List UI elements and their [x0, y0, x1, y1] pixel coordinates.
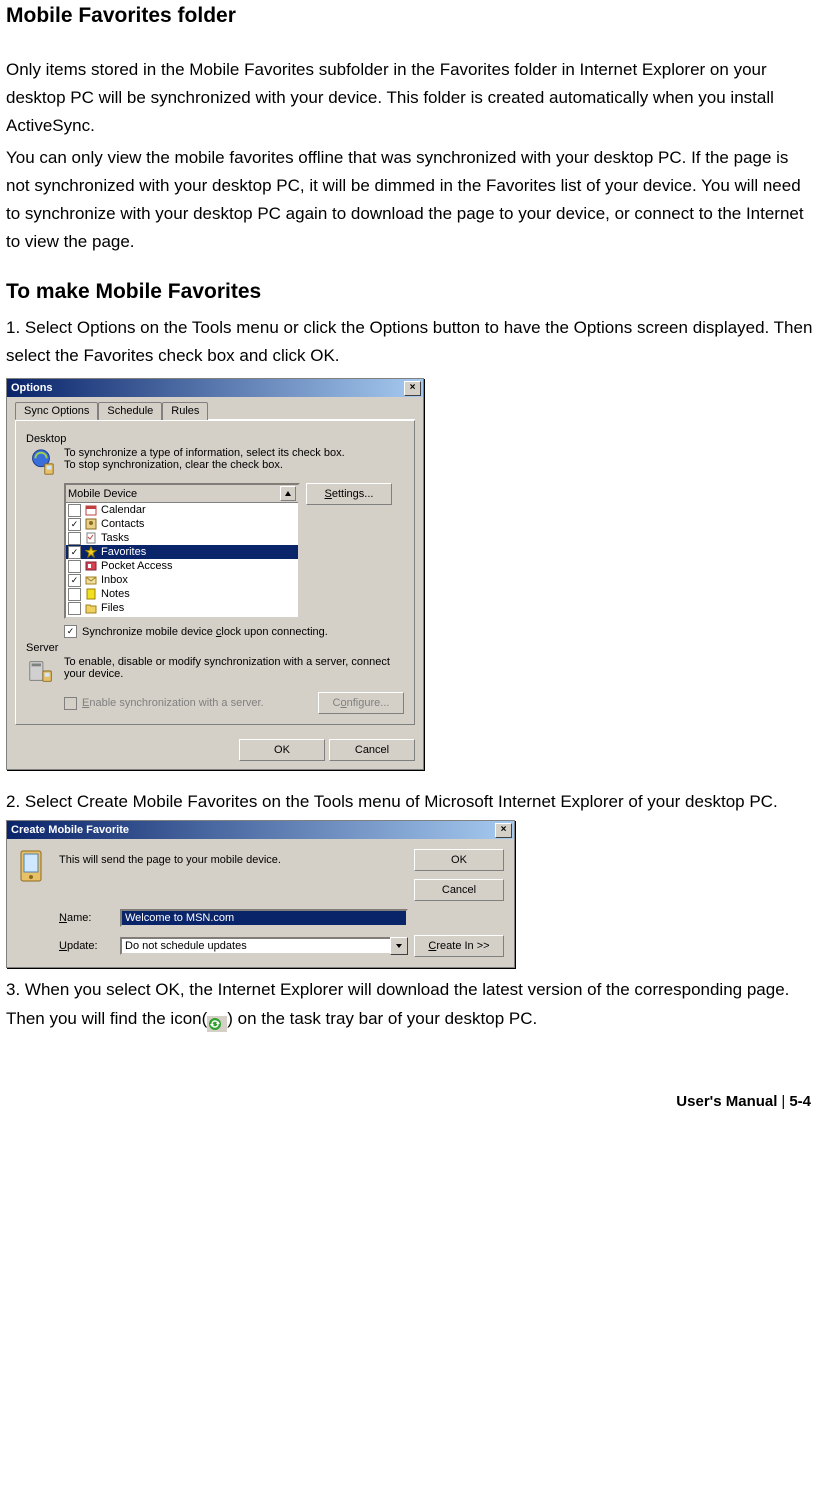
list-label-notes: Notes: [101, 588, 130, 600]
list-label-contacts: Contacts: [101, 518, 144, 530]
server-help-text: To enable, disable or modify synchroniza…: [64, 656, 404, 680]
favorites-icon: [84, 546, 98, 558]
page-title: Mobile Favorites folder: [6, 4, 813, 28]
desktop-label: Desktop: [26, 433, 404, 445]
options-dialog: Options × Sync Options Schedule Rules De…: [6, 378, 424, 770]
list-label-inbox: Inbox: [101, 574, 128, 586]
server-label: Server: [26, 642, 404, 654]
list-label-files: Files: [101, 602, 124, 614]
sync-listbox[interactable]: Mobile Device Calendar: [64, 483, 300, 619]
update-field-label: Update:: [59, 940, 114, 952]
notes-icon: [84, 588, 98, 600]
inbox-icon: [84, 574, 98, 586]
name-field-label: Name:: [59, 912, 114, 924]
checkbox-inbox[interactable]: ✓: [68, 574, 81, 587]
list-item-tasks[interactable]: Tasks: [66, 531, 298, 545]
step-2-text: 2. Select Create Mobile Favorites on the…: [6, 788, 813, 816]
create-favorite-dialog: Create Mobile Favorite × This will send …: [6, 820, 515, 968]
footer-page-number: 5-4: [789, 1093, 811, 1110]
create-fav-ok-button[interactable]: OK: [414, 849, 504, 871]
create-fav-titlebar: Create Mobile Favorite ×: [7, 821, 514, 839]
list-label-tasks: Tasks: [101, 532, 129, 544]
checkbox-notes[interactable]: [68, 588, 81, 601]
list-item-calendar[interactable]: Calendar: [66, 503, 298, 517]
step-3-text-b: ) on the task tray bar of your desktop P…: [227, 1009, 537, 1028]
list-item-files[interactable]: Files: [66, 601, 298, 615]
checkbox-favorites[interactable]: ✓: [68, 546, 81, 559]
ok-button[interactable]: OK: [239, 739, 325, 761]
close-icon[interactable]: ×: [495, 823, 512, 838]
options-titlebar: Options ×: [7, 379, 423, 397]
checkbox-calendar[interactable]: [68, 504, 81, 517]
desktop-sync-icon: [26, 447, 56, 477]
enable-server-label: Enable synchronization with a server.: [82, 697, 264, 709]
configure-button: Configure...: [318, 692, 404, 714]
contacts-icon: [84, 518, 98, 530]
section-heading: To make Mobile Favorites: [6, 280, 813, 304]
cancel-button[interactable]: Cancel: [329, 739, 415, 761]
pocket-access-icon: [84, 560, 98, 572]
create-fav-cancel-button[interactable]: Cancel: [414, 879, 504, 901]
checkbox-tasks[interactable]: [68, 532, 81, 545]
create-fav-message: This will send the page to your mobile d…: [59, 854, 408, 866]
desktop-help-line2: To stop synchronization, clear the check…: [64, 459, 345, 471]
checkbox-pocket-access[interactable]: [68, 560, 81, 573]
checkbox-files[interactable]: [68, 602, 81, 615]
list-item-contacts[interactable]: ✓ Contacts: [66, 517, 298, 531]
options-title: Options: [11, 382, 53, 394]
list-label-pocket-access: Pocket Access: [101, 560, 173, 572]
list-item-favorites[interactable]: ✓ Favorites: [66, 545, 298, 559]
tray-sync-icon: [207, 1013, 227, 1029]
checkbox-sync-clock[interactable]: ✓: [64, 625, 77, 638]
intro-paragraph-2: You can only view the mobile favorites o…: [6, 144, 813, 256]
page-footer: User's Manual|5-4: [6, 1093, 813, 1110]
desktop-help-line1: To synchronize a type of information, se…: [64, 447, 345, 459]
tab-schedule[interactable]: Schedule: [98, 402, 162, 420]
tab-sync-options[interactable]: Sync Options: [15, 402, 98, 420]
update-value[interactable]: [120, 937, 390, 955]
scroll-up-icon[interactable]: [280, 486, 296, 501]
sync-clock-label: Synchronize mobile device clock upon con…: [82, 626, 328, 638]
list-label-favorites: Favorites: [101, 546, 146, 558]
settings-button[interactable]: Settings...: [306, 483, 392, 505]
calendar-icon: [84, 504, 98, 516]
tasks-icon: [84, 532, 98, 544]
list-item-pocket-access[interactable]: Pocket Access: [66, 559, 298, 573]
chevron-down-icon[interactable]: [390, 937, 408, 955]
mobile-device-icon: [17, 849, 47, 885]
checkbox-contacts[interactable]: ✓: [68, 518, 81, 531]
intro-paragraph-1: Only items stored in the Mobile Favorite…: [6, 56, 813, 140]
create-fav-title: Create Mobile Favorite: [11, 824, 129, 836]
list-item-notes[interactable]: Notes: [66, 587, 298, 601]
footer-manual: User's Manual: [676, 1093, 777, 1110]
step-3-text: 3. When you select OK, the Internet Expl…: [6, 976, 813, 1032]
name-input[interactable]: [120, 909, 408, 927]
list-header-label: Mobile Device: [68, 488, 137, 500]
list-item-inbox[interactable]: ✓ Inbox: [66, 573, 298, 587]
list-label-calendar: Calendar: [101, 504, 146, 516]
checkbox-enable-server: [64, 697, 77, 710]
create-in-button[interactable]: Create In >>: [414, 935, 504, 957]
close-icon[interactable]: ×: [404, 381, 421, 396]
step-1-text: 1. Select Options on the Tools menu or c…: [6, 314, 813, 370]
tab-strip: Sync Options Schedule Rules: [15, 401, 415, 420]
update-dropdown[interactable]: [120, 937, 408, 955]
server-sync-icon: [26, 656, 56, 686]
tab-rules[interactable]: Rules: [162, 402, 208, 420]
files-icon: [84, 602, 98, 614]
